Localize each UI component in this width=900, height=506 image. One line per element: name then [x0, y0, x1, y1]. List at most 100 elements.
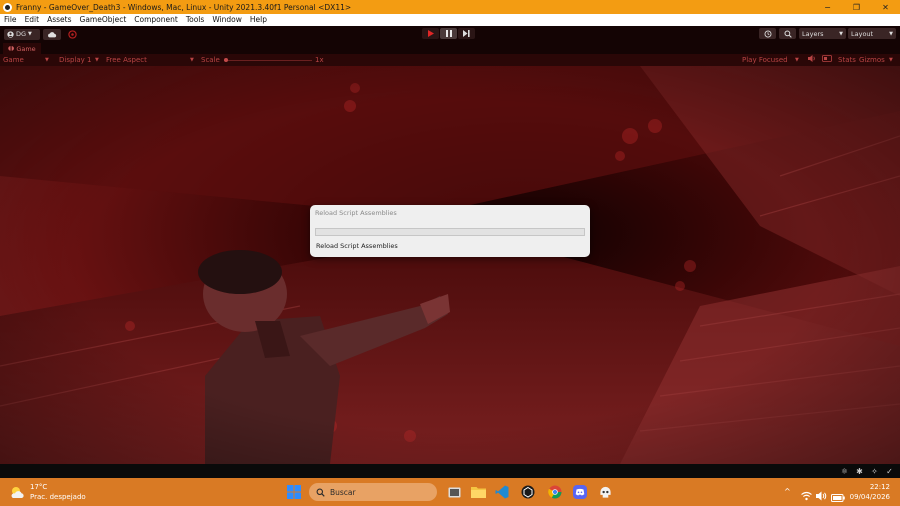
playback-controls [422, 28, 475, 39]
weather-temperature: 17°C [30, 483, 48, 491]
weather-widget[interactable] [9, 484, 25, 504]
folder-icon [470, 487, 486, 498]
chrome-button[interactable] [547, 484, 563, 500]
game-view-label: Game [3, 56, 24, 64]
speaker-icon [808, 55, 815, 62]
cache-icon[interactable]: ✧ [870, 467, 879, 476]
game-scene [0, 66, 900, 464]
menu-bar: File Edit Assets GameObject Component To… [0, 14, 900, 26]
game-viewport[interactable] [0, 66, 900, 464]
aspect-dropdown[interactable]: Free Aspect [106, 54, 147, 66]
display-dropdown[interactable]: Display 1 [59, 54, 91, 66]
error-pause-icon[interactable]: ⚛ [840, 467, 849, 476]
search-placeholder: Buscar [330, 487, 356, 497]
vscode-button[interactable] [494, 484, 510, 500]
cloud-button[interactable] [43, 28, 61, 40]
play-focused-label: Play Focused [742, 56, 788, 64]
stats-label: Stats [838, 56, 856, 64]
game-view-dropdown[interactable]: Game [3, 54, 24, 66]
scale-value: 1x [315, 56, 324, 64]
scale-slider-track [224, 59, 312, 61]
gizmos-label: Gizmos [859, 56, 885, 64]
task-view-button[interactable] [446, 484, 462, 500]
aspect-label: Free Aspect [106, 56, 147, 64]
search-button[interactable] [779, 28, 796, 39]
file-explorer-button[interactable] [470, 484, 486, 500]
menu-gameobject[interactable]: GameObject [76, 14, 131, 26]
editor-status-bar: ⚛ ✱ ✧ ✓ [0, 464, 900, 478]
game-view-bar: Game ▼ Display 1 ▼ Free Aspect ▼ Scale 1… [0, 54, 900, 66]
skull-app-button[interactable] [597, 484, 613, 500]
play-focused-dropdown[interactable]: Play Focused [742, 54, 788, 66]
account-label: DG [16, 30, 27, 38]
chevron-down-icon: ▼ [190, 57, 194, 63]
mute-audio-button[interactable] [808, 54, 816, 66]
history-button[interactable] [759, 28, 776, 39]
toggle-button[interactable] [822, 54, 832, 66]
layers-label: Layers [802, 29, 824, 38]
account-dropdown[interactable]: DG ▼ [4, 28, 40, 40]
layout-dropdown[interactable]: Layout ▼ [848, 28, 896, 39]
chevron-down-icon: ▼ [795, 57, 799, 63]
window-title: Franny - GameOver_Death3 - Windows, Mac,… [16, 2, 352, 12]
tab-strip: ◖◗ Game [0, 42, 900, 54]
menu-help[interactable]: Help [246, 14, 271, 26]
tray-chevron-up-icon[interactable]: ^ [784, 487, 791, 496]
volume-icon[interactable] [816, 486, 827, 505]
chevron-down-icon: ▼ [45, 57, 49, 63]
unity-logo-icon [3, 2, 12, 12]
taskbar-search-box[interactable]: Buscar [309, 483, 437, 501]
menu-tools[interactable]: Tools [182, 14, 208, 26]
chevron-down-icon: ▼ [889, 57, 893, 63]
close-button[interactable]: ✕ [871, 0, 900, 14]
tab-game[interactable]: ◖◗ Game [3, 43, 41, 54]
scale-slider-thumb[interactable] [224, 58, 228, 62]
search-icon [783, 29, 792, 38]
windows-start-icon [287, 485, 301, 499]
progress-bar [315, 228, 585, 236]
window-title-bar[interactable]: Franny - GameOver_Death3 - Windows, Mac,… [0, 0, 900, 14]
maximize-button[interactable]: ❐ [842, 0, 871, 14]
dialog-title: Reload Script Assemblies [315, 209, 397, 217]
task-view-icon [448, 487, 460, 497]
menu-component[interactable]: Component [130, 14, 182, 26]
cloud-icon [48, 31, 57, 37]
minimize-button[interactable]: − [813, 0, 842, 14]
gamepad-icon: ◖◗ [8, 45, 15, 52]
clock-time[interactable]: 22:12 [852, 483, 890, 491]
step-icon [463, 30, 470, 37]
chevron-down-icon: ▼ [839, 30, 843, 37]
stats-button[interactable]: Stats [838, 54, 856, 66]
unity-hub-button[interactable] [520, 484, 536, 500]
step-button[interactable] [458, 28, 475, 39]
play-button[interactable] [422, 28, 439, 39]
layout-label: Layout [851, 29, 874, 38]
menu-edit[interactable]: Edit [21, 14, 44, 26]
discord-button[interactable] [572, 484, 588, 500]
gizmos-button[interactable]: Gizmos [859, 54, 885, 66]
menu-window[interactable]: Window [208, 14, 246, 26]
chrome-icon [548, 485, 562, 499]
scale-label: Scale [201, 56, 220, 64]
pause-icon [445, 30, 452, 37]
clock-date[interactable]: 09/04/2026 [848, 493, 890, 501]
menu-assets[interactable]: Assets [43, 14, 75, 26]
toggle-icon [822, 55, 832, 62]
debug-icon[interactable]: ✱ [855, 467, 864, 476]
menu-file[interactable]: File [0, 14, 21, 26]
start-button[interactable] [286, 484, 302, 504]
check-icon[interactable]: ✓ [885, 467, 894, 476]
collab-button[interactable] [67, 29, 78, 40]
tab-game-label: Game [16, 44, 36, 53]
pause-button[interactable] [440, 28, 457, 39]
play-icon [427, 30, 434, 37]
battery-icon[interactable] [831, 487, 845, 506]
layers-dropdown[interactable]: Layers ▼ [799, 28, 846, 39]
weather-description: Prac. despejado [30, 493, 86, 501]
chevron-down-icon: ▼ [95, 57, 99, 63]
scale-slider[interactable] [224, 58, 312, 62]
weather-icon [11, 487, 24, 498]
wifi-icon[interactable] [801, 486, 812, 505]
reload-assemblies-dialog: Reload Script Assemblies Reload Script A… [310, 205, 590, 257]
main-toolbar: DG ▼ Layers ▼ Layout ▼ [0, 26, 900, 42]
